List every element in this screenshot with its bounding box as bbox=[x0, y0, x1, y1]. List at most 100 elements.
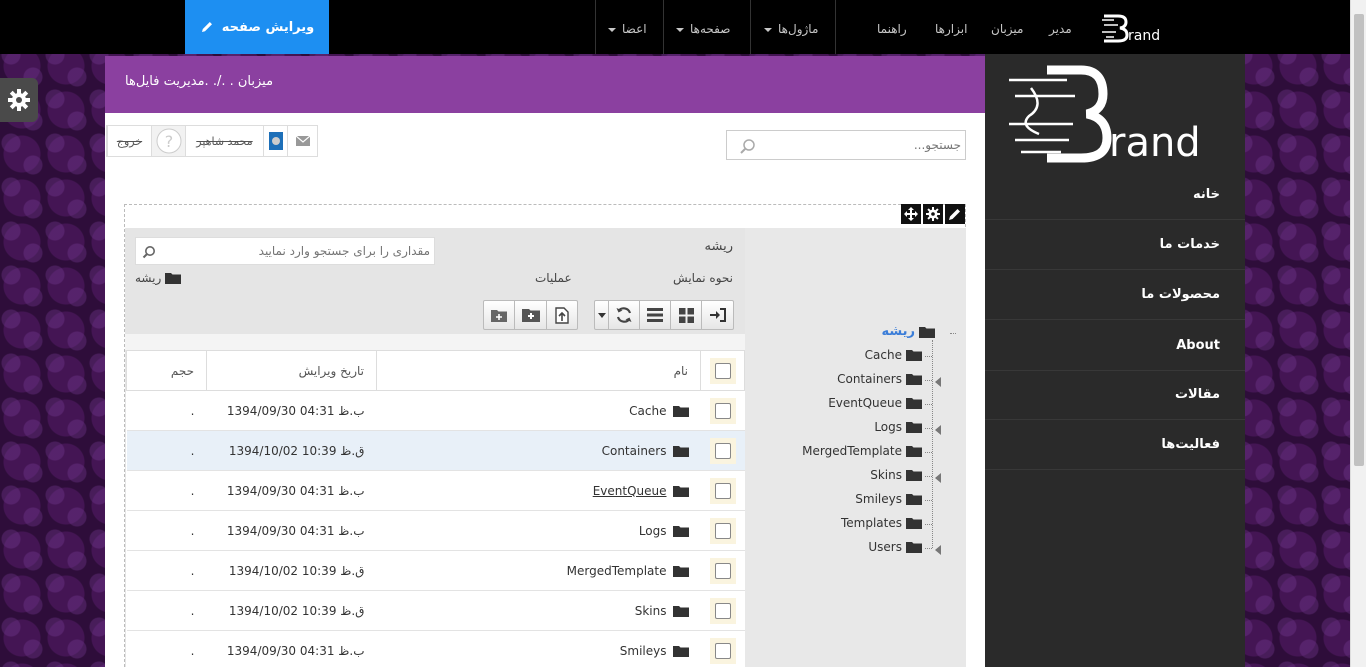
row-name-cell[interactable]: Containers bbox=[376, 430, 701, 471]
row-name-cell[interactable]: Skins bbox=[376, 590, 701, 631]
module-edit-button[interactable] bbox=[945, 204, 965, 224]
site-logo[interactable]: rand bbox=[985, 54, 1245, 172]
row-size: . bbox=[126, 550, 207, 591]
folder-tree: ریشه Cache Containers EventQueue Logs Me… bbox=[745, 228, 966, 667]
tree-node[interactable]: Containers bbox=[837, 372, 922, 386]
tree-node[interactable]: Skins bbox=[870, 468, 922, 482]
folder-icon bbox=[165, 273, 182, 284]
brand-logo[interactable]: rand bbox=[1100, 12, 1170, 44]
tree-node[interactable]: Cache bbox=[865, 348, 922, 362]
new-folder-button[interactable] bbox=[484, 301, 515, 329]
row-checkbox[interactable] bbox=[714, 562, 731, 579]
row-name-cell[interactable]: Logs bbox=[376, 510, 701, 551]
column-header-size[interactable]: حجم bbox=[126, 350, 207, 391]
column-header-modified[interactable]: تاریخ ویرایش bbox=[206, 350, 377, 391]
site-search-input[interactable] bbox=[757, 131, 961, 159]
search-icon[interactable] bbox=[142, 245, 156, 259]
nav-item-articles[interactable]: مقالات bbox=[985, 370, 1245, 420]
path-display[interactable]: ریشه bbox=[135, 271, 182, 285]
row-checkbox[interactable] bbox=[714, 522, 731, 539]
list-view-button[interactable] bbox=[640, 301, 671, 329]
column-header-name[interactable]: نام bbox=[376, 350, 701, 391]
table-row[interactable]: . 1394/09/30 04:31 ب.ظ Logs bbox=[126, 510, 745, 551]
file-search-input[interactable] bbox=[160, 238, 430, 264]
tree-node[interactable]: EventQueue bbox=[828, 396, 922, 410]
user-name-link[interactable]: محمد شاهپر bbox=[185, 126, 263, 156]
view-dropdown-button[interactable] bbox=[595, 301, 609, 329]
avatar-placeholder-icon: ? bbox=[156, 128, 181, 154]
module-settings-button[interactable] bbox=[923, 204, 943, 224]
refresh-button[interactable] bbox=[609, 301, 640, 329]
pencil-icon bbox=[949, 209, 960, 220]
nav-item-about[interactable]: About bbox=[985, 321, 1245, 371]
refresh-icon bbox=[616, 307, 632, 323]
site-logo-text: rand bbox=[1109, 120, 1201, 166]
table-row[interactable]: . 1394/09/30 04:31 ب.ظ EventQueue bbox=[126, 470, 745, 511]
table-row[interactable]: . 1394/10/02 10:39 ق.ظ Skins bbox=[126, 590, 745, 631]
table-row[interactable]: . 1394/10/02 10:39 ق.ظ Containers bbox=[126, 430, 745, 471]
folder-icon bbox=[906, 470, 922, 481]
row-checkbox[interactable] bbox=[714, 482, 731, 499]
link-help[interactable]: راهنما bbox=[877, 0, 907, 54]
row-name-cell[interactable]: Smileys bbox=[376, 630, 701, 667]
nav-item-home[interactable]: خانه bbox=[985, 170, 1245, 220]
row-checkbox[interactable] bbox=[714, 402, 731, 419]
folder-icon bbox=[906, 374, 922, 385]
row-checkbox[interactable] bbox=[714, 602, 731, 619]
go-up-button[interactable] bbox=[702, 301, 733, 329]
folder-icon bbox=[672, 445, 689, 457]
tree-expand-arrow[interactable] bbox=[935, 377, 941, 387]
module-move-button[interactable] bbox=[901, 204, 921, 224]
search-icon[interactable] bbox=[735, 138, 765, 158]
link-host[interactable]: میزبان bbox=[991, 0, 1023, 54]
table-row[interactable]: . 1394/10/02 10:39 ق.ظ MergedTemplate bbox=[126, 550, 745, 591]
scrollbar-thumb[interactable] bbox=[1354, 14, 1364, 466]
menu-modules[interactable]: ماژول‌ها bbox=[764, 0, 818, 54]
tree-node[interactable]: MergedTemplate bbox=[802, 444, 922, 458]
table-row[interactable]: . 1394/09/30 04:31 ب.ظ Cache bbox=[126, 390, 745, 431]
grid-view-button[interactable] bbox=[671, 301, 702, 329]
tree-node-root[interactable]: ریشه bbox=[882, 324, 935, 339]
tree-expand-arrow[interactable] bbox=[935, 545, 941, 555]
upload-file-button[interactable] bbox=[547, 301, 577, 329]
nav-item-products[interactable]: محصولات ما bbox=[985, 270, 1245, 320]
topbar-divider bbox=[595, 0, 596, 54]
file-search bbox=[135, 237, 435, 265]
select-all-checkbox[interactable] bbox=[714, 362, 731, 379]
nav-item-services[interactable]: خدمات ما bbox=[985, 220, 1245, 270]
envelope-icon bbox=[295, 136, 310, 146]
module-actions bbox=[901, 204, 965, 224]
edit-page-button[interactable]: ویرایش صفحه bbox=[185, 0, 329, 54]
settings-panel-toggle[interactable] bbox=[0, 78, 38, 122]
site-sidebar: rand خانه خدمات ما محصولات ما About مقال… bbox=[985, 54, 1245, 667]
row-name-cell[interactable]: Cache bbox=[376, 390, 701, 431]
chevron-down-icon bbox=[608, 27, 616, 32]
add-file-button[interactable] bbox=[515, 301, 547, 329]
notifications-button[interactable] bbox=[263, 126, 287, 156]
tree-guide-line bbox=[950, 333, 956, 334]
table-row[interactable]: . 1394/09/30 04:31 ب.ظ Smileys bbox=[126, 630, 745, 667]
tree-node[interactable]: Smileys bbox=[855, 492, 922, 506]
menu-members[interactable]: اعضا bbox=[608, 0, 647, 54]
menu-pages[interactable]: صفحه‌ها bbox=[676, 0, 730, 54]
tree-node[interactable]: Templates bbox=[841, 516, 922, 530]
folder-icon bbox=[906, 422, 922, 433]
tree-expand-arrow[interactable] bbox=[935, 473, 941, 483]
view-mode-label: نحوه نمایش bbox=[673, 271, 733, 285]
messages-button[interactable] bbox=[287, 126, 317, 156]
row-checkbox[interactable] bbox=[714, 642, 731, 659]
page-scrollbar[interactable] bbox=[1350, 0, 1366, 667]
nav-item-activities[interactable]: فعالیت‌ها bbox=[985, 420, 1245, 470]
tree-expand-arrow[interactable] bbox=[935, 425, 941, 435]
tree-node[interactable]: Logs bbox=[874, 420, 922, 434]
logout-link[interactable]: خروج bbox=[107, 126, 151, 156]
row-name-cell[interactable]: EventQueue bbox=[376, 470, 701, 511]
row-checkbox[interactable] bbox=[714, 442, 731, 459]
tree-node[interactable]: Users bbox=[868, 540, 922, 554]
avatar[interactable]: ? bbox=[151, 126, 185, 156]
link-admin[interactable]: مدیر bbox=[1049, 0, 1072, 54]
folder-icon bbox=[906, 350, 922, 361]
link-tools[interactable]: ابزارها bbox=[935, 0, 967, 54]
row-name-cell[interactable]: MergedTemplate bbox=[376, 550, 701, 591]
site-search bbox=[726, 130, 966, 160]
